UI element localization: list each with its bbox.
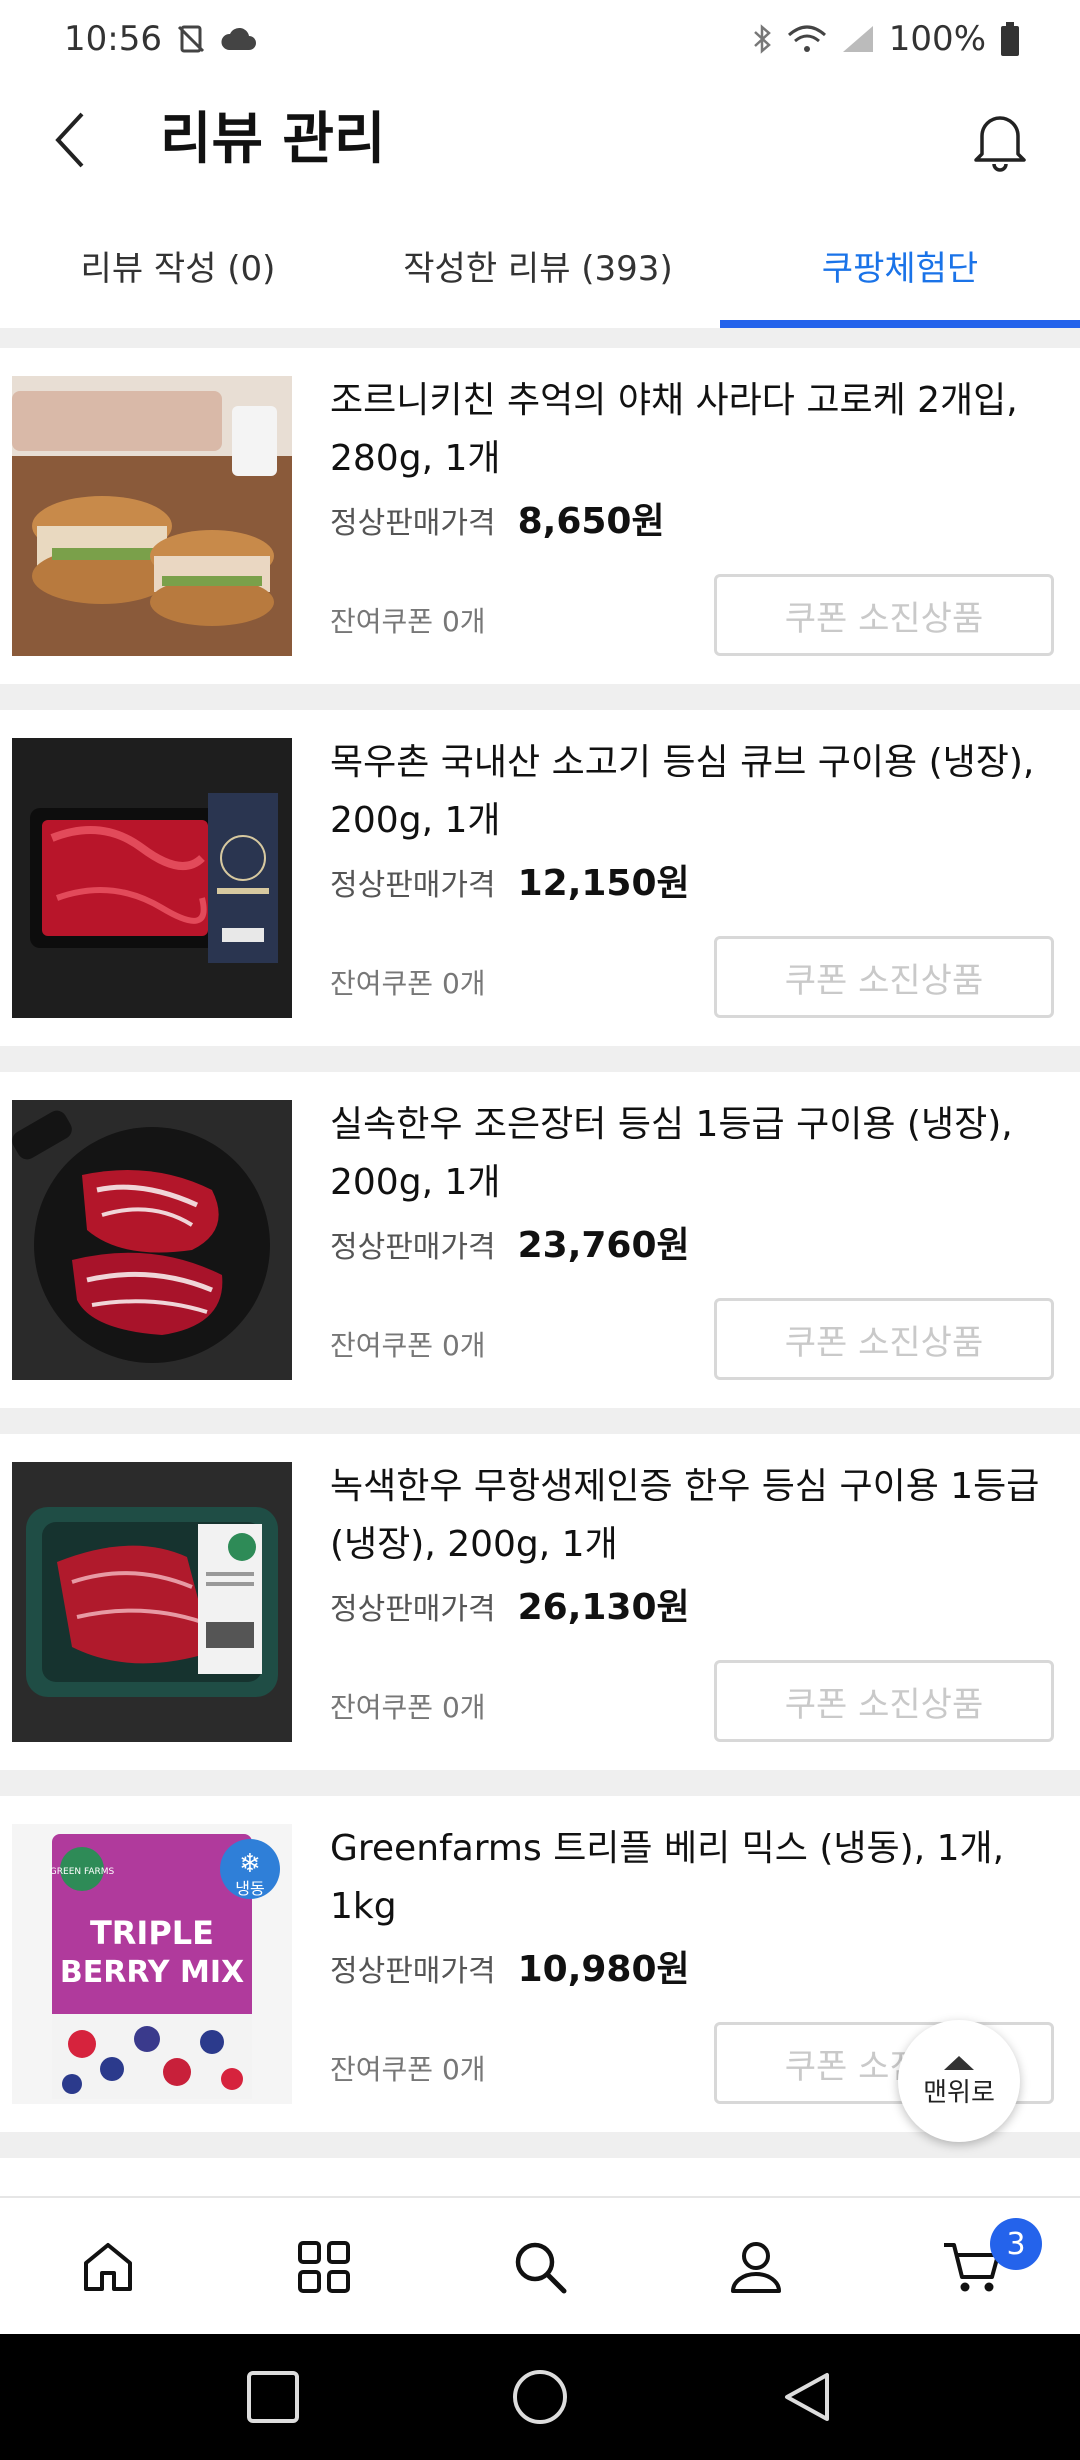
price-label: 정상판매가격 [330,1230,496,1265]
cart-badge: 3 [990,2218,1042,2270]
scroll-top-label: 맨위로 [923,2077,995,2108]
coupon-soldout-button[interactable]: 쿠폰 소진상품 [714,1298,1054,1380]
product-image [12,1100,292,1380]
remaining-coupons: 잔여쿠폰 0개 [330,967,486,1000]
recents-icon[interactable] [245,2369,301,2425]
package-title-line2: BERRY MIX [60,1955,244,1990]
bell-icon [974,116,1026,172]
product-name: 실속한우 조은장터 등심 1등급 구이용 (냉장), 200g, 1개 [330,1104,1013,1203]
nav-my[interactable] [648,2198,864,2336]
tab-write-review[interactable]: 리뷰 작성 (0) [0,202,356,328]
home-circle-icon[interactable] [510,2367,570,2427]
price-label: 정상판매가격 [330,1954,496,1989]
nav-home[interactable] [0,2198,216,2336]
wifi-icon [787,25,826,52]
caret-up-icon [944,2055,974,2070]
remaining-coupons: 잔여쿠폰 0개 [330,1691,486,1724]
back-triangle-icon[interactable] [779,2369,835,2425]
signal-icon [842,26,873,52]
package-title-line1: TRIPLE [90,1914,214,1952]
bottom-nav: 3 [0,2196,1080,2336]
notification-button[interactable] [960,100,1040,180]
back-button[interactable] [30,100,110,180]
product-info: 조르니키친 추억의 야채 사라다 고로케 2개입, 280g, 1개 정상판매가… [330,372,1050,544]
product-image [12,376,292,656]
product-info: 목우촌 국내산 소고기 등심 큐브 구이용 (냉장), 200g, 1개 정상판… [330,734,1050,906]
product-image [12,1462,292,1742]
price-label: 정상판매가격 [330,506,496,541]
price-label: 정상판매가격 [330,1592,496,1627]
price-label: 정상판매가격 [330,868,496,903]
product-name: 녹색한우 무항생제인증 한우 등심 구이용 1등급 (냉장), 200g, 1개 [330,1466,1040,1565]
nav-search[interactable] [432,2198,648,2336]
status-time: 10:56 [64,19,162,59]
scroll-top-button[interactable]: 맨위로 [898,2020,1020,2142]
tab-experience-group[interactable]: 쿠팡체험단 [720,202,1080,328]
product-price: 23,760원 [517,1225,690,1266]
product-name: 목우촌 국내산 소고기 등심 큐브 구이용 (냉장), 200g, 1개 [330,742,1035,841]
tab-written-reviews[interactable]: 작성한 리뷰 (393) [356,202,720,328]
product-info: 녹색한우 무항생제인증 한우 등심 구이용 1등급 (냉장), 200g, 1개… [330,1458,1050,1630]
nav-cart[interactable]: 3 [864,2198,1080,2336]
product-list: 조르니키친 추억의 야채 사라다 고로케 2개입, 280g, 1개 정상판매가… [0,348,1080,2158]
product-name: 조르니키친 추억의 야채 사라다 고로케 2개입, 280g, 1개 [330,380,1018,479]
svg-text:❄: ❄ [239,1849,261,1879]
review-tabs: 리뷰 작성 (0) 작성한 리뷰 (393) 쿠팡체험단 [0,202,1080,328]
remaining-coupons: 잔여쿠폰 0개 [330,2053,486,2086]
list-item[interactable]: 녹색한우 무항생제인증 한우 등심 구이용 1등급 (냉장), 200g, 1개… [0,1434,1080,1796]
remaining-coupons: 잔여쿠폰 0개 [330,605,486,638]
battery-percent: 100% [888,19,986,59]
status-bar: 10:56 100% [0,0,1080,78]
remaining-coupons: 잔여쿠폰 0개 [330,1329,486,1362]
list-item[interactable]: 목우촌 국내산 소고기 등심 큐브 구이용 (냉장), 200g, 1개 정상판… [0,710,1080,1072]
frozen-badge: 냉동 [235,1879,264,1898]
list-item[interactable]: 실속한우 조은장터 등심 1등급 구이용 (냉장), 200g, 1개 정상판매… [0,1072,1080,1434]
coupon-soldout-button[interactable]: 쿠폰 소진상품 [714,936,1054,1018]
product-price: 10,980원 [517,1949,690,1990]
chevron-left-icon [55,112,84,168]
cloud-icon [221,27,256,50]
list-item[interactable]: 조르니키친 추억의 야채 사라다 고로케 2개입, 280g, 1개 정상판매가… [0,348,1080,710]
battery-icon [1001,22,1019,56]
nav-categories[interactable] [216,2198,432,2336]
grid-icon [298,2241,350,2293]
user-icon [731,2242,781,2293]
product-price: 26,130원 [517,1587,690,1628]
coupon-soldout-button[interactable]: 쿠폰 소진상품 [714,1660,1054,1742]
product-info: 실속한우 조은장터 등심 1등급 구이용 (냉장), 200g, 1개 정상판매… [330,1096,1050,1268]
product-price: 8,650원 [517,501,665,542]
search-icon [515,2242,567,2294]
no-sim-icon [177,25,205,53]
system-nav-bar [0,2334,1080,2460]
page-title: 리뷰 관리 [160,107,386,172]
product-info: Greenfarms 트리플 베리 믹스 (냉동), 1개, 1kg 정상판매가… [330,1820,1050,1992]
product-image [12,738,292,1018]
bluetooth-icon [753,24,771,54]
product-image: 냉동 ❄ GREEN FARMS TRIPLE BERRY MIX [12,1824,292,2104]
coupon-soldout-button[interactable]: 쿠폰 소진상품 [714,574,1054,656]
home-icon [84,2243,132,2291]
app-bar: 리뷰 관리 [0,78,1080,202]
product-name: Greenfarms 트리플 베리 믹스 (냉동), 1개, 1kg [330,1828,1005,1927]
product-price: 12,150원 [517,863,690,904]
brand-logo-text: GREEN FARMS [50,1867,115,1877]
